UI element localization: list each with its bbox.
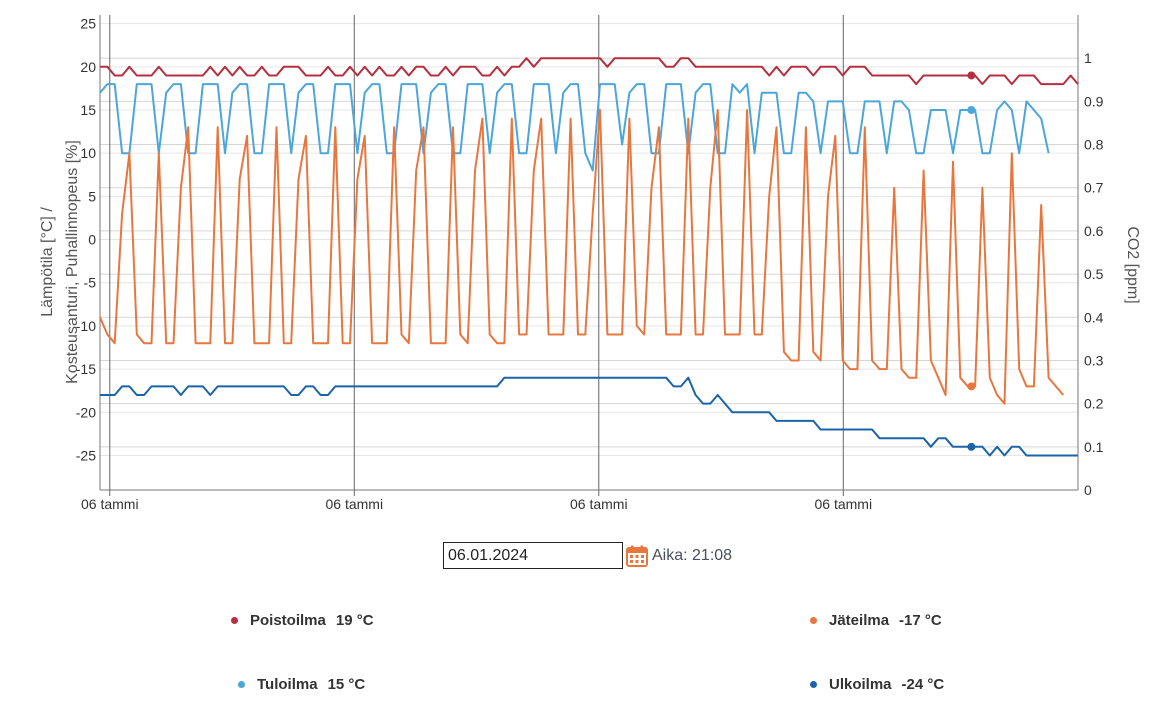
legend-item-tuloilma[interactable]: Tuloilma 15 °C bbox=[238, 676, 365, 693]
line-chart: 2520151050-5-10-15-20-25 00.10.20.30.40.… bbox=[39, 15, 1141, 512]
x-tick-label: 06 tammi bbox=[81, 496, 139, 512]
legend-name: Jäteilma bbox=[829, 612, 890, 629]
right-tick-label: 0.7 bbox=[1084, 180, 1104, 196]
marker-poistoilma bbox=[967, 71, 976, 80]
legend-value: -17 °C bbox=[899, 612, 942, 629]
right-tick-label: 0.5 bbox=[1084, 266, 1104, 282]
legend-name: Ulkoilma bbox=[829, 676, 892, 693]
left-axis-title-line2: Kosteusanturi, Puhallinnopeus [%] bbox=[64, 140, 81, 384]
x-tick-label: 06 tammi bbox=[570, 496, 628, 512]
legend-dot bbox=[238, 681, 245, 688]
left-tick-label: 15 bbox=[80, 102, 96, 118]
series-lines bbox=[99, 57, 1079, 457]
right-tick-label: 0 bbox=[1084, 482, 1092, 498]
left-tick-label: 5 bbox=[88, 188, 96, 204]
left-tick-label: 10 bbox=[80, 145, 96, 161]
left-tick-label: -5 bbox=[84, 275, 97, 291]
left-tick-label: 20 bbox=[80, 59, 96, 75]
date-picker-row: Aika: 21:08 bbox=[443, 540, 732, 571]
right-tick-label: 0.8 bbox=[1084, 137, 1104, 153]
right-axis-title: CO2 [ppm] bbox=[1124, 226, 1141, 303]
date-input[interactable] bbox=[443, 542, 623, 569]
left-tick-label: -25 bbox=[76, 447, 96, 463]
marker-ulkoilma bbox=[967, 442, 976, 451]
right-tick-label: 0.9 bbox=[1084, 93, 1104, 109]
right-axis-ticks: 0 0.1 0.2 0.3 0.4 0.5 0.6 0.7 0.8 0.9 1 bbox=[1084, 50, 1104, 498]
left-tick-label: -20 bbox=[76, 404, 96, 420]
left-tick-label: 0 bbox=[88, 232, 96, 248]
left-axis-title-line1: Lämpötila [°C] / bbox=[39, 207, 56, 317]
legend-value: -24 °C bbox=[901, 676, 945, 693]
hover-markers bbox=[967, 71, 976, 451]
legend-dot bbox=[810, 681, 817, 688]
x-axis-ticks: 06 tammi 06 tammi 06 tammi 06 tammi bbox=[81, 490, 872, 512]
legend-dot bbox=[231, 617, 238, 624]
left-tick-label: 25 bbox=[80, 16, 96, 32]
marker-jäteilma bbox=[967, 382, 976, 391]
x-tick-label: 06 tammi bbox=[814, 496, 872, 512]
series-line-ulkoilma bbox=[100, 376, 1078, 457]
right-tick-label: 0.1 bbox=[1084, 439, 1104, 455]
grid-lines bbox=[100, 23, 1078, 491]
legend-dot bbox=[810, 617, 817, 624]
right-tick-label: 1 bbox=[1084, 50, 1092, 66]
series-line-poistoilma bbox=[100, 57, 1079, 86]
legend-name: Tuloilma bbox=[257, 676, 318, 693]
marker-tuloilma bbox=[967, 106, 976, 114]
series-line-tuloilma bbox=[99, 83, 1050, 172]
legend-item-jateilma[interactable]: Jäteilma -17 °C bbox=[810, 612, 942, 629]
legend-item-poistoilma[interactable]: Poistoilma 19 °C bbox=[231, 612, 374, 629]
right-tick-label: 0.2 bbox=[1084, 396, 1104, 412]
legend-value: 15 °C bbox=[327, 676, 366, 693]
right-tick-label: 0.6 bbox=[1084, 223, 1104, 239]
right-tick-label: 0.3 bbox=[1084, 352, 1104, 368]
calendar-icon[interactable] bbox=[626, 545, 648, 567]
x-tick-label: 06 tammi bbox=[325, 496, 383, 512]
time-label: Aika: 21:08 bbox=[652, 546, 733, 564]
right-tick-label: 0.4 bbox=[1084, 309, 1104, 325]
legend-name: Poistoilma bbox=[250, 612, 326, 629]
legend-item-ulkoilma[interactable]: Ulkoilma -24 °C bbox=[810, 676, 944, 693]
legend-value: 19 °C bbox=[335, 612, 374, 629]
